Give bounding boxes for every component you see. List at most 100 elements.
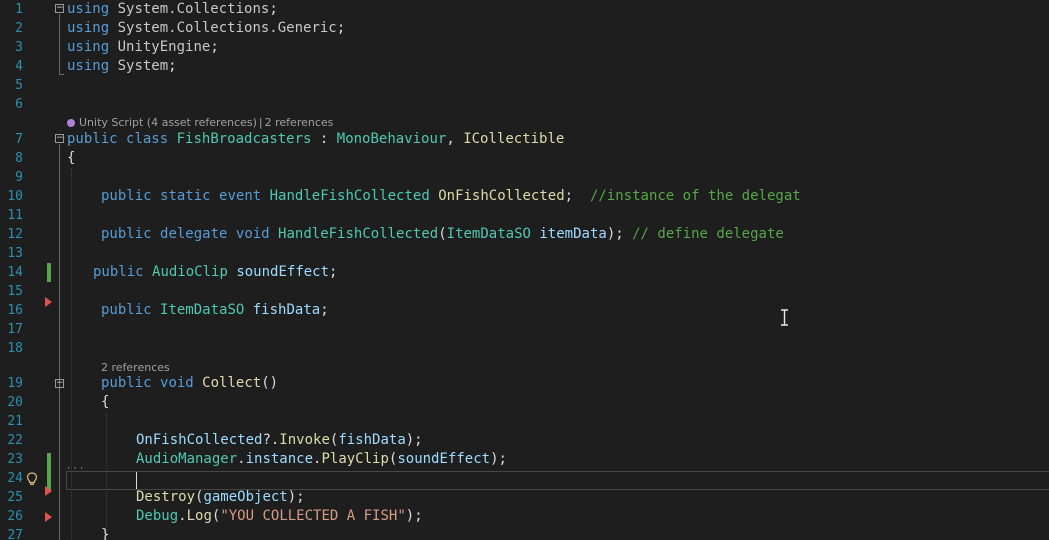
line-number: 12 (7, 227, 23, 242)
punct: ; (336, 20, 346, 36)
line-number: 24 (7, 471, 23, 486)
comment: // define delegate (632, 226, 784, 242)
argument: fishData (338, 432, 406, 448)
line-number: 22 (7, 433, 23, 448)
line-number: 20 (7, 395, 23, 410)
line-number: 17 (7, 322, 23, 337)
keyword: using (67, 1, 110, 17)
code-line-16[interactable]: public ItemDataSO fishData; (101, 301, 329, 320)
method-name: Collect (202, 375, 262, 391)
namespace: System.Collections.Generic (117, 20, 337, 36)
punct: ; (564, 188, 574, 204)
keyword: event (219, 188, 262, 204)
line-number: 6 (15, 97, 23, 112)
punct: : (311, 131, 337, 147)
line-number: 14 (7, 265, 23, 280)
keyword: class (126, 131, 169, 147)
keyword: using (67, 39, 110, 55)
code-line-1[interactable]: using System.Collections; (67, 0, 278, 19)
punct: ; (168, 58, 177, 74)
method-call: Destroy (136, 489, 196, 505)
code-line-25[interactable]: Destroy(gameObject); (136, 488, 305, 507)
line-number: 25 (7, 490, 23, 505)
line-number: 21 (7, 414, 23, 429)
text-caret (136, 472, 137, 489)
code-line-10[interactable]: public static event HandleFishCollected … (101, 187, 801, 206)
punct: ( (438, 226, 447, 242)
argument: soundEffect (397, 451, 491, 467)
punct: ); (405, 508, 423, 524)
param-name: itemData (539, 226, 607, 242)
punct: ); (606, 226, 624, 242)
punct: ); (405, 432, 423, 448)
namespace: System (117, 58, 169, 74)
codelens-class[interactable]: Unity Script (4 asset references) | 2 refe… (67, 116, 333, 129)
method-call: PlayClip (321, 451, 389, 467)
code-line-7[interactable]: public class FishBroadcasters : MonoBeha… (67, 130, 564, 149)
namespace: System.Collections (117, 1, 270, 17)
codelens-method[interactable]: 2 references (101, 361, 170, 374)
keyword: public (93, 264, 144, 280)
code-line-23[interactable]: AudioManager.instance.PlayClip(soundEffe… (136, 450, 507, 469)
line-number: 5 (15, 78, 23, 93)
line-number: 16 (7, 303, 23, 318)
line-number: 15 (7, 284, 23, 299)
code-line-2[interactable]: using System.Collections.Generic; (67, 19, 345, 38)
code-line-12[interactable]: public delegate void HandleFishCollected… (101, 225, 784, 244)
operator: ?. (262, 432, 280, 448)
brace: { (101, 394, 110, 410)
code-line-8[interactable]: { (67, 149, 75, 168)
line-number: 4 (15, 59, 23, 74)
code-line-27[interactable]: } (101, 526, 109, 540)
event-name: OnFishCollected (438, 188, 565, 204)
line-number: 26 (7, 509, 23, 524)
class-name: FishBroadcasters (176, 131, 312, 147)
codelens-separator: | (258, 116, 263, 129)
class-ref: Debug (136, 508, 179, 524)
line-number: 13 (7, 246, 23, 261)
keyword: delegate (160, 226, 228, 242)
codelens-references[interactable]: 2 references (265, 116, 334, 129)
code-line-26[interactable]: Debug.Log("YOU COLLECTED A FISH"); (136, 507, 423, 526)
argument: gameObject (203, 489, 288, 505)
line-number: 3 (15, 40, 23, 55)
member-ref: instance (245, 451, 314, 467)
line-number: 27 (7, 528, 23, 540)
code-line-3[interactable]: using UnityEngine; (67, 38, 219, 57)
delegate-name: HandleFishCollected (278, 226, 439, 242)
code-line-22[interactable]: OnFishCollected?.Invoke(fishData); (136, 431, 423, 450)
keyword: public (67, 131, 118, 147)
code-line-14[interactable]: public AudioClip soundEffect; (93, 263, 337, 282)
line-number: 7 (15, 132, 23, 147)
punct: ; (269, 1, 278, 17)
base-type: MonoBehaviour (336, 131, 447, 147)
line-number: 18 (7, 341, 23, 356)
interface-name: ICollectible (463, 131, 565, 147)
event-ref: OnFishCollected (136, 432, 263, 448)
type-name: AudioClip (152, 264, 228, 280)
punct: ); (287, 489, 305, 505)
keyword: public (101, 375, 152, 391)
ibeam-cursor-icon (781, 309, 788, 326)
codelens-references[interactable]: 2 references (101, 361, 170, 374)
namespace: UnityEngine (117, 39, 211, 55)
punct: ); (490, 451, 507, 467)
brace: { (67, 150, 76, 166)
code-line-19[interactable]: public void Collect() (101, 374, 278, 393)
line-number: 2 (15, 21, 23, 36)
type-name: HandleFishCollected (269, 188, 430, 204)
method-call: Invoke (279, 432, 330, 448)
keyword: void (235, 226, 270, 242)
punct: . (237, 451, 246, 467)
punct: ; (210, 39, 219, 55)
codelens-unity-refs[interactable]: Unity Script (4 asset references) (79, 116, 257, 129)
code-editor[interactable]: − − − 1 2 3 4 5 6 7 8 9 10 11 12 13 14 1… (0, 0, 1049, 540)
code-line-20[interactable]: { (101, 393, 109, 412)
keyword: void (160, 375, 194, 391)
code-line-4[interactable]: using System; (67, 57, 177, 76)
line-number: 1 (15, 2, 23, 17)
brace: } (101, 527, 110, 540)
comment: //instance of the delegat (589, 188, 801, 204)
string-literal: "YOU COLLECTED A FISH" (220, 508, 406, 524)
field-name: soundEffect (236, 264, 330, 280)
